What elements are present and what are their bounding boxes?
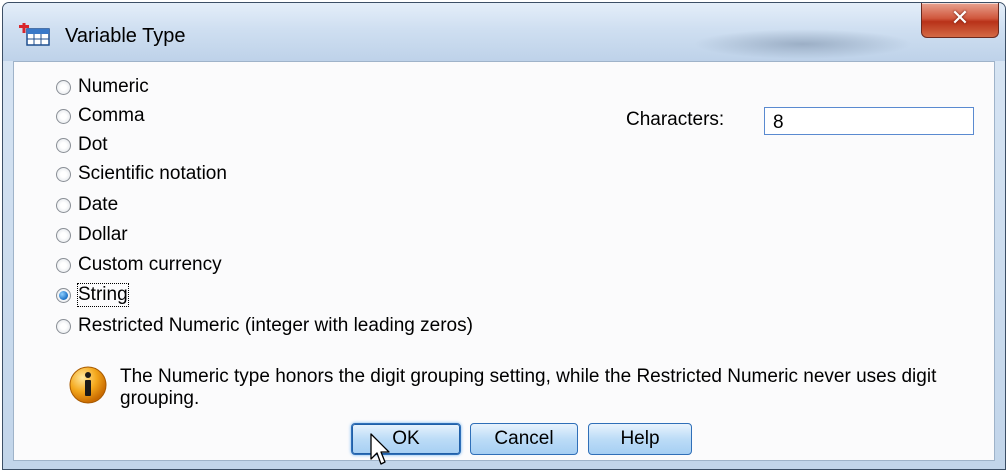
data-editor-icon	[19, 23, 50, 46]
ok-button[interactable]: OK	[351, 423, 461, 455]
radio-dollar[interactable]: Dollar	[56, 222, 128, 248]
radio-label: Restricted Numeric (integer with leading…	[78, 315, 473, 336]
radio-button[interactable]	[56, 108, 71, 124]
radio-label: Numeric	[78, 76, 149, 97]
radio-comma[interactable]: Comma	[56, 103, 145, 129]
characters-input[interactable]	[764, 107, 974, 135]
radio-numeric[interactable]: Numeric	[56, 74, 149, 100]
radio-button[interactable]	[56, 166, 71, 182]
info-message: The Numeric type honors the digit groupi…	[120, 366, 937, 409]
close-icon: ✕	[950, 6, 970, 31]
radio-button[interactable]	[56, 79, 71, 95]
radio-button[interactable]	[56, 257, 71, 273]
radio-label: Date	[78, 194, 119, 215]
help-button[interactable]: Help	[588, 423, 692, 455]
radio-label: Comma	[78, 105, 145, 126]
radio-scientific-notation[interactable]: Scientific notation	[56, 161, 227, 187]
variable-type-dialog: Variable Type ✕ Numeric Comma Dot Scient…	[2, 2, 1006, 470]
info-icon	[69, 366, 107, 404]
radio-label: Scientific notation	[78, 163, 227, 184]
radio-label: Custom currency	[78, 254, 222, 275]
radio-button[interactable]	[56, 318, 71, 334]
dialog-body: Numeric Comma Dot Scientific notation Da…	[13, 61, 995, 465]
window-title: Variable Type	[65, 25, 186, 47]
radio-dot[interactable]: Dot	[56, 132, 108, 158]
close-button[interactable]: ✕	[921, 3, 999, 38]
radio-restricted-numeric[interactable]: Restricted Numeric (integer with leading…	[56, 313, 473, 339]
radio-label: Dot	[78, 134, 108, 155]
radio-string[interactable]: String	[56, 282, 129, 308]
radio-button-selected[interactable]	[56, 287, 71, 303]
title-bar-background	[693, 29, 913, 59]
title-bar[interactable]: Variable Type ✕	[3, 3, 1005, 61]
radio-button[interactable]	[56, 197, 71, 213]
characters-label: Characters:	[626, 109, 725, 130]
radio-date[interactable]: Date	[56, 192, 118, 218]
radio-label: String	[77, 283, 129, 307]
cancel-button[interactable]: Cancel	[470, 423, 578, 455]
radio-button[interactable]	[56, 137, 71, 153]
radio-label: Dollar	[78, 224, 128, 245]
radio-custom-currency[interactable]: Custom currency	[56, 252, 222, 278]
radio-button[interactable]	[56, 227, 71, 243]
